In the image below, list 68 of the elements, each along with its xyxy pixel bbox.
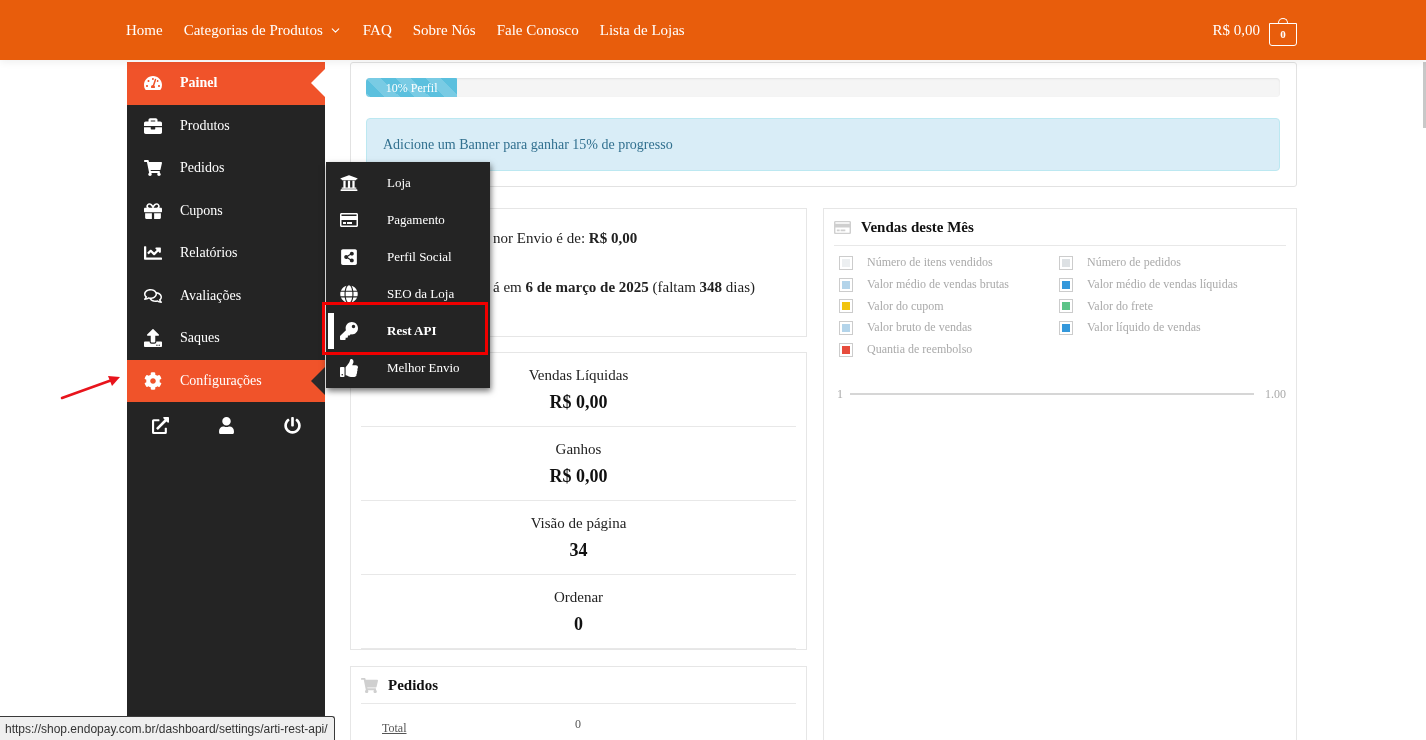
briefcase-icon <box>144 116 162 135</box>
progress-label: 10% Perfil <box>385 80 438 95</box>
speech-bubbles-icon <box>144 286 162 305</box>
bank-building-icon <box>340 173 358 192</box>
legend-label: Quantia de reembolso <box>867 342 973 358</box>
credit-card-icon <box>834 218 851 236</box>
nav-link[interactable]: FAQ <box>362 20 392 40</box>
sidebar-item[interactable]: Pedidos <box>127 147 325 190</box>
user-icon[interactable] <box>217 416 235 434</box>
stat-value: 0 <box>574 613 583 636</box>
submenu-item[interactable]: SEO da Loja <box>326 275 490 312</box>
cart-icon <box>361 676 378 694</box>
key-icon <box>340 321 358 340</box>
nav-link[interactable]: Sobre Nós <box>412 20 476 40</box>
legend-label: Valor bruto de vendas <box>867 320 972 336</box>
stat-value: 34 <box>569 539 588 562</box>
sidebar-item[interactable]: Painel <box>127 62 325 105</box>
submenu-item[interactable]: Perfil Social <box>326 238 490 275</box>
upload-icon <box>144 329 162 348</box>
legend-label: Número de pedidos <box>1087 255 1181 271</box>
card-title: Pedidos <box>388 676 438 694</box>
info-text: nor Envio é de: R$ 0,00 <box>493 229 639 248</box>
info-text: á em 6 de março de 2025 (faltam 348 dias) <box>493 278 757 297</box>
stat-value: R$ 0,00 <box>549 391 608 414</box>
line-chart-icon <box>144 244 162 263</box>
cart-icon <box>144 159 162 178</box>
legend-label: Valor médio de vendas líquidas <box>1087 277 1238 293</box>
cart-total[interactable]: R$ 0,00 <box>1212 21 1260 39</box>
legend-label: Valor do frete <box>1087 298 1153 314</box>
credit-card-icon <box>340 210 358 229</box>
stat-label: Vendas Líquidas <box>528 366 629 385</box>
scrollbar-thumb[interactable] <box>1423 62 1426 128</box>
info-alert: Adicione um Banner para ganhar 15% de progresso <box>366 118 1280 171</box>
sidebar-item[interactable]: Avaliações <box>127 274 325 317</box>
sidebar-item[interactable]: Saques <box>127 317 325 360</box>
nav-link[interactable]: Categorias de Produtos <box>183 20 342 40</box>
submenu-item[interactable]: Pagamento <box>326 201 490 238</box>
stat-label: Ganhos <box>555 440 602 459</box>
external-link-icon[interactable] <box>151 416 169 434</box>
gauge-icon <box>144 74 162 93</box>
stat-label: Visão de página <box>530 514 627 533</box>
card-title: Vendas deste Mês <box>861 218 974 236</box>
nav-link[interactable]: Home <box>126 20 163 40</box>
submenu-item[interactable]: Melhor Envio <box>326 349 490 386</box>
orders-count: 0 <box>575 716 581 733</box>
sidebar-item[interactable]: Configurações <box>127 359 325 402</box>
legend-label: Valor médio de vendas brutas <box>867 277 1009 293</box>
thumbs-up-icon <box>340 358 358 377</box>
stat-value: R$ 0,00 <box>549 465 608 488</box>
axis-label: 1.00 <box>1265 386 1286 403</box>
axis-label: 1 <box>837 386 843 403</box>
settings-icon <box>144 371 162 390</box>
stat-label: Ordenar <box>553 588 604 607</box>
submenu-item[interactable]: Rest API <box>326 312 490 349</box>
legend-label: Valor líquido de vendas <box>1087 320 1201 336</box>
power-icon[interactable] <box>283 416 301 434</box>
globe-icon <box>340 284 358 303</box>
legend-label: Número de itens vendidos <box>867 255 993 271</box>
nav-link[interactable]: Fale Conosco <box>496 20 579 40</box>
share-icon <box>340 247 358 266</box>
gift-icon <box>144 201 162 220</box>
sidebar-item[interactable]: Relatórios <box>127 232 325 275</box>
legend-label: Valor do cupom <box>867 298 944 314</box>
status-bar-url: https://shop.endopay.com.br/dashboard/settings/arti-rest-api/ <box>0 716 335 740</box>
sidebar-item[interactable]: Cupons <box>127 189 325 232</box>
orders-link[interactable]: Total <box>382 720 407 736</box>
sidebar-item[interactable]: Produtos <box>127 104 325 147</box>
nav-link[interactable]: Lista de Lojas <box>599 20 685 40</box>
